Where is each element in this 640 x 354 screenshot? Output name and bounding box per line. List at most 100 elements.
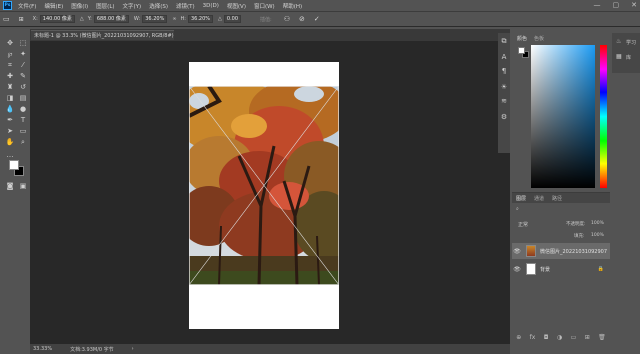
opacity-input[interactable]: 100% (591, 221, 604, 226)
tab-paths[interactable]: 路径 (552, 195, 562, 202)
path-selection-icon[interactable]: ➤ (5, 126, 15, 136)
magic-wand-icon[interactable]: ✦ (18, 49, 28, 59)
learn-tab[interactable]: 学习 (626, 39, 636, 46)
reference-point-icon[interactable]: ⊞ (19, 16, 24, 23)
h-input[interactable]: 36.20% (187, 15, 214, 23)
menu-image[interactable]: 图像(I) (67, 2, 92, 10)
link-layers-icon[interactable]: ⊕ (516, 334, 521, 341)
menu-filter[interactable]: 滤镜(T) (172, 2, 199, 10)
pen-tool-icon[interactable]: ✒ (5, 115, 15, 125)
layer-filter-icon[interactable]: ⌕ (516, 206, 519, 212)
relative-position-icon[interactable]: △ (80, 16, 84, 22)
history-icon[interactable]: ⧉ (498, 37, 510, 46)
menu-type[interactable]: 文字(Y) (119, 2, 146, 10)
lasso-tool-icon[interactable]: ℘ (5, 49, 15, 59)
marquee-tool-icon[interactable]: ⬚ (18, 38, 28, 48)
layer-row[interactable]: 👁 微信图片_20221031092907 (512, 243, 610, 259)
menu-help[interactable]: 帮助(H) (279, 2, 306, 10)
brush-settings-icon[interactable]: ≋ (498, 97, 510, 105)
tab-channels[interactable]: 通道 (534, 195, 544, 202)
blur-tool-icon[interactable]: 💧 (5, 104, 15, 114)
delete-layer-icon[interactable]: 🗑 (598, 334, 606, 341)
crop-tool-icon[interactable]: ⌗ (5, 60, 15, 70)
healing-brush-icon[interactable]: ✚ (5, 71, 15, 81)
blend-mode-select[interactable]: 正常 (518, 221, 528, 228)
screen-mode-icon[interactable]: ▣ (18, 181, 28, 191)
gradient-tool-icon[interactable]: ▤ (18, 93, 28, 103)
color-tab[interactable]: 颜色 (517, 35, 527, 42)
eyedropper-icon[interactable]: ⁄ (18, 60, 28, 70)
y-input[interactable]: 688.00 像素 (93, 15, 129, 23)
zoom-tool-icon[interactable]: ⌕ (18, 137, 28, 147)
warp-icon[interactable]: ⚇ (284, 15, 290, 23)
paragraph-icon[interactable]: ¶ (498, 67, 510, 75)
layer-style-icon[interactable]: fx (530, 334, 536, 341)
dodge-tool-icon[interactable]: ● (18, 104, 28, 114)
x-label: X: (32, 16, 38, 22)
menu-view[interactable]: 视图(V) (223, 2, 250, 10)
w-input[interactable]: 36.20% (142, 15, 168, 23)
properties-icon[interactable]: ⚙ (498, 113, 510, 121)
cancel-icon[interactable]: ⊘ (299, 15, 305, 23)
visibility-eye-icon[interactable]: 👁 (512, 248, 522, 255)
eraser-tool-icon[interactable]: ◨ (5, 93, 15, 103)
menu-window[interactable]: 窗口(W) (250, 2, 279, 10)
maximize-button[interactable]: ▢ (613, 0, 620, 11)
layer-name[interactable]: 微信图片_20221031092907 (540, 248, 607, 255)
rectangle-tool-icon[interactable]: ▭ (18, 126, 28, 136)
libraries-icon[interactable]: ▦ (616, 53, 622, 60)
new-group-icon[interactable]: ▭ (571, 334, 577, 341)
visibility-eye-icon[interactable]: 👁 (512, 266, 522, 273)
document-tab[interactable]: 未标题-1 @ 33.3% (微信图片_20221031092907, RGB/… (31, 30, 174, 40)
new-layer-icon[interactable]: ⊞ (585, 334, 590, 341)
move-tool-icon[interactable]: ✥ (5, 38, 15, 48)
interp-label: 插值: (260, 16, 272, 23)
menu-bar: Ps 文件(F) 编辑(E) 图像(I) 图层(L) 文字(Y) 选择(S) 滤… (0, 0, 640, 11)
check-icon[interactable]: ✓ (314, 15, 320, 23)
layer-row[interactable]: 👁 背景 🔒 (512, 261, 610, 277)
link-icon[interactable]: ∞ (172, 16, 176, 22)
tab-layers[interactable]: 图层 (516, 195, 526, 202)
swatches-tab[interactable]: 色板 (534, 35, 544, 42)
layer-name[interactable]: 背景 (540, 266, 550, 273)
window-controls: — ▢ ✕ (594, 0, 638, 11)
h-label: H: (180, 16, 186, 22)
type-tool-icon[interactable]: T (18, 115, 28, 125)
lock-icon[interactable]: 🔒 (598, 266, 604, 272)
close-button[interactable]: ✕ (631, 0, 637, 11)
adjustment-layer-icon[interactable]: ◑ (557, 334, 562, 341)
zoom-readout[interactable]: 33.33% (33, 346, 52, 352)
more-tools-icon[interactable]: … (5, 150, 15, 160)
menu-select[interactable]: 选择(S) (145, 2, 172, 10)
fill-input[interactable]: 100% (591, 233, 604, 238)
quick-mask-icon[interactable]: ◙ (5, 181, 15, 191)
angle-field: △ 0.00 (218, 15, 242, 23)
add-mask-icon[interactable]: ◘ (544, 334, 549, 341)
menu-3d[interactable]: 3D(D) (199, 3, 223, 9)
fill-label: 填充: (574, 234, 585, 239)
history-brush-icon[interactable]: ↺ (18, 82, 28, 92)
hue-slider[interactable] (600, 45, 607, 188)
angle-input[interactable]: 0.00 (223, 15, 242, 23)
menu-edit[interactable]: 编辑(E) (40, 2, 67, 10)
photoshop-logo: Ps (3, 1, 12, 10)
transform-tool-icon[interactable]: ▭ (3, 15, 10, 23)
panel-foreground-swatch[interactable] (518, 47, 525, 54)
autumn-trees-photo (189, 86, 339, 285)
clone-stamp-icon[interactable]: ♜ (5, 82, 15, 92)
hand-tool-icon[interactable]: ✋ (5, 137, 15, 147)
foreground-color-swatch[interactable] (9, 160, 19, 170)
color-picker-field[interactable] (531, 45, 595, 188)
menu-layer[interactable]: 图层(L) (92, 2, 118, 10)
minimize-button[interactable]: — (594, 0, 601, 11)
libraries-tab[interactable]: 库 (626, 54, 631, 61)
character-icon[interactable]: A (498, 53, 510, 61)
x-input[interactable]: 140.00 像素 (39, 15, 75, 23)
adjustments-icon[interactable]: ☀ (498, 83, 510, 91)
brush-tool-icon[interactable]: ✎ (18, 71, 28, 81)
status-arrow-icon[interactable]: › (132, 346, 134, 352)
doc-size-readout[interactable]: 文档:3.93M/0 字节 (70, 346, 114, 353)
menu-file[interactable]: 文件(F) (14, 2, 40, 10)
placed-image[interactable] (189, 86, 339, 285)
learn-icon[interactable]: ♨ (616, 38, 621, 45)
